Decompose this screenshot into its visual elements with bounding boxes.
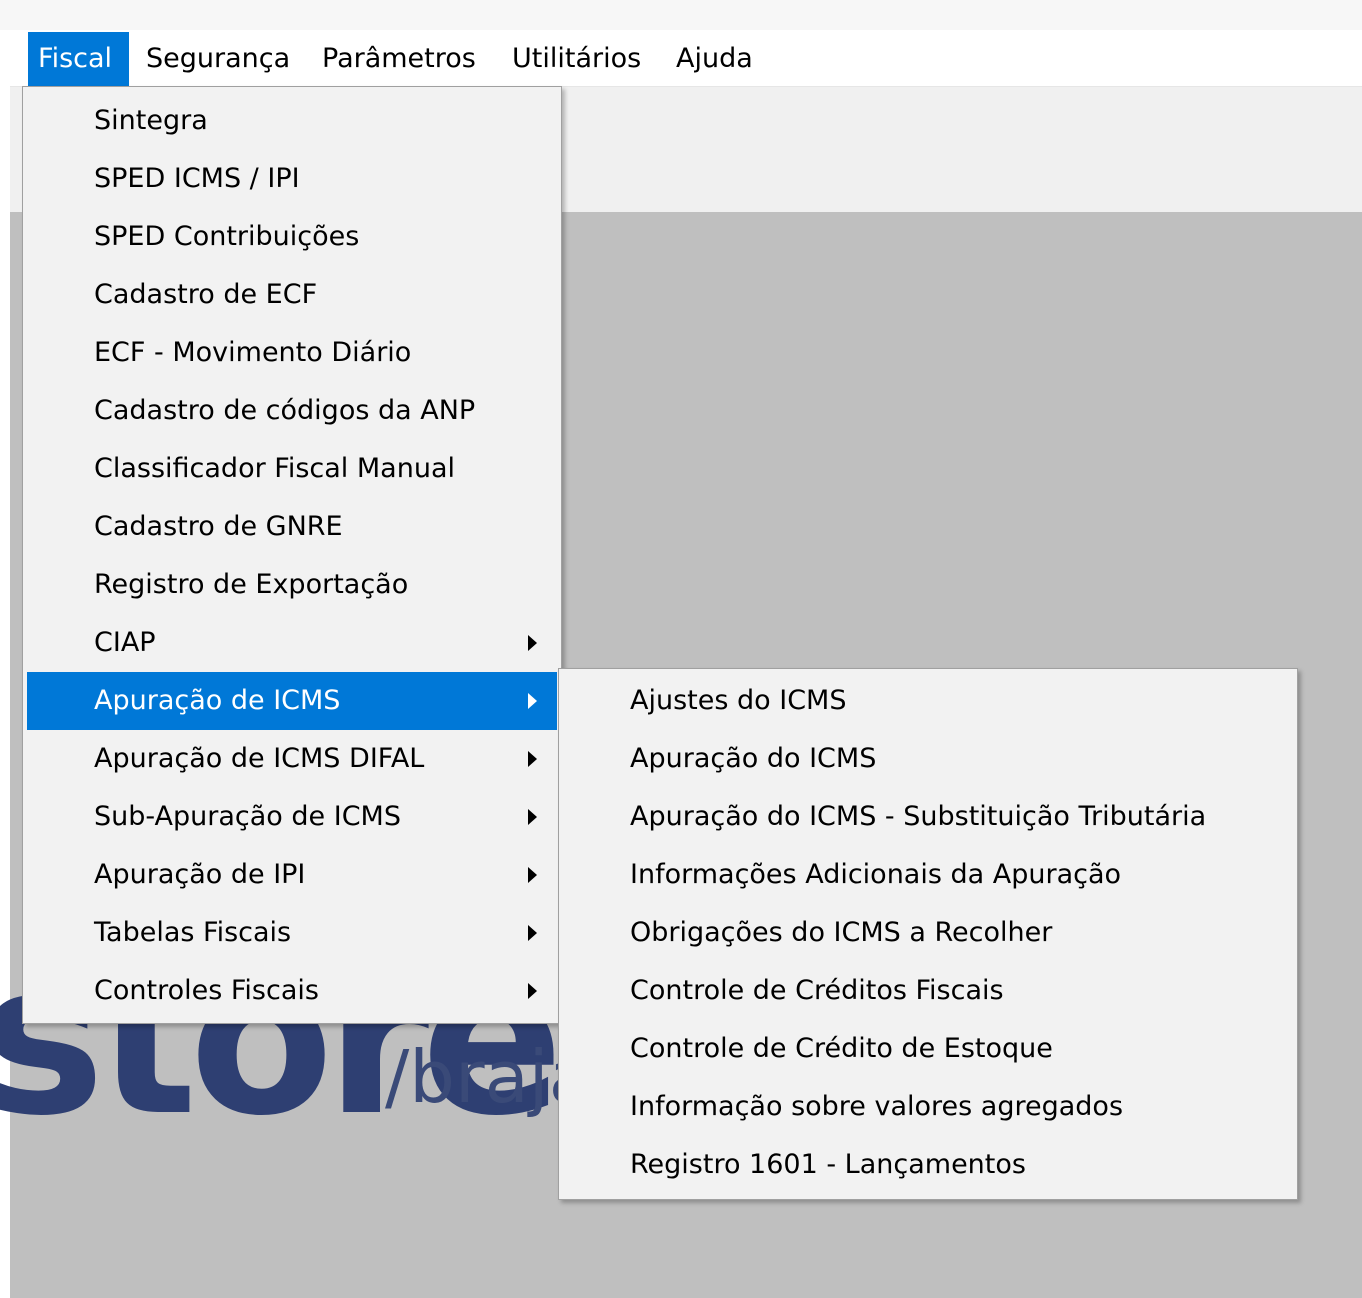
submenu-arrow-icon [528, 751, 537, 767]
menu-item-label: Registro 1601 - Lançamentos [630, 1149, 1026, 1180]
submenu-item-informacoes-adicionais[interactable]: Informações Adicionais da Apuração [563, 846, 1293, 904]
menu-item-cadastro-codigos-anp[interactable]: Cadastro de códigos da ANP [27, 382, 557, 440]
menu-item-label: Controle de Crédito de Estoque [630, 1033, 1053, 1064]
submenu-arrow-icon [528, 635, 537, 651]
menu-item-cadastro-ecf[interactable]: Cadastro de ECF [27, 266, 557, 324]
submenu-item-registro-1601[interactable]: Registro 1601 - Lançamentos [563, 1136, 1293, 1194]
menu-item-label: Apuração de ICMS [94, 685, 341, 716]
menu-bar: Fiscal Segurança Parâmetros Utilitários … [10, 30, 1362, 87]
menu-item-sped-contribuicoes[interactable]: SPED Contribuições [27, 208, 557, 266]
menu-parametros[interactable]: Parâmetros [322, 32, 476, 86]
menu-item-label: Obrigações do ICMS a Recolher [630, 917, 1053, 948]
menu-item-apuracao-ipi[interactable]: Apuração de IPI [27, 846, 557, 904]
menu-item-classificador-fiscal[interactable]: Classificador Fiscal Manual [27, 440, 557, 498]
fiscal-dropdown-menu: Sintegra SPED ICMS / IPI SPED Contribuiç… [22, 86, 562, 1024]
menu-ajuda[interactable]: Ajuda [676, 32, 753, 86]
submenu-item-ajustes-icms[interactable]: Ajustes do ICMS [563, 672, 1293, 730]
menu-item-label: Informações Adicionais da Apuração [630, 859, 1122, 890]
menu-item-label: Cadastro de códigos da ANP [94, 395, 476, 426]
menu-item-tabelas-fiscais[interactable]: Tabelas Fiscais [27, 904, 557, 962]
submenu-item-controle-credito-estoque[interactable]: Controle de Crédito de Estoque [563, 1020, 1293, 1078]
menu-item-cadastro-gnre[interactable]: Cadastro de GNRE [27, 498, 557, 556]
menu-item-sped-icms-ipi[interactable]: SPED ICMS / IPI [27, 150, 557, 208]
submenu-item-obrigacoes-icms[interactable]: Obrigações do ICMS a Recolher [563, 904, 1293, 962]
menu-item-label: Cadastro de GNRE [94, 511, 343, 542]
menu-item-sub-apuracao-icms[interactable]: Sub-Apuração de ICMS [27, 788, 557, 846]
menu-item-label: Tabelas Fiscais [94, 917, 292, 948]
menu-item-controles-fiscais[interactable]: Controles Fiscais [27, 962, 557, 1020]
menu-item-label: Classificador Fiscal Manual [94, 453, 455, 484]
submenu-arrow-icon [528, 809, 537, 825]
menu-item-apuracao-icms-difal[interactable]: Apuração de ICMS DIFAL [27, 730, 557, 788]
menu-item-label: SPED Contribuições [94, 221, 360, 252]
menu-item-label: Sintegra [94, 105, 208, 136]
menu-item-label: Apuração do ICMS [630, 743, 877, 774]
menu-item-apuracao-icms[interactable]: Apuração de ICMS [27, 672, 557, 730]
submenu-item-controle-creditos-fiscais[interactable]: Controle de Créditos Fiscais [563, 962, 1293, 1020]
menu-item-label: Controles Fiscais [94, 975, 319, 1006]
menu-item-label: Controle de Créditos Fiscais [630, 975, 1004, 1006]
submenu-arrow-icon [528, 867, 537, 883]
menu-item-label: Informação sobre valores agregados [630, 1091, 1124, 1122]
menu-item-label: Cadastro de ECF [94, 279, 318, 310]
menu-item-label: Apuração de IPI [94, 859, 306, 890]
menu-item-label: Sub-Apuração de ICMS [94, 801, 401, 832]
menu-item-ecf-movimento-diario[interactable]: ECF - Movimento Diário [27, 324, 557, 382]
apuracao-icms-submenu: Ajustes do ICMS Apuração do ICMS Apuraçã… [558, 668, 1298, 1200]
menu-item-sintegra[interactable]: Sintegra [27, 92, 557, 150]
window-top-strip [0, 0, 1362, 30]
menu-utilitarios[interactable]: Utilitários [512, 32, 641, 86]
menu-item-label: Ajustes do ICMS [630, 685, 847, 716]
menu-item-label: Registro de Exportação [94, 569, 409, 600]
menu-item-label: ECF - Movimento Diário [94, 337, 412, 368]
menu-item-label: SPED ICMS / IPI [94, 163, 300, 194]
menu-fiscal[interactable]: Fiscal [28, 32, 129, 86]
submenu-item-apuracao-icms-st[interactable]: Apuração do ICMS - Substituição Tributár… [563, 788, 1293, 846]
submenu-item-apuracao-icms[interactable]: Apuração do ICMS [563, 730, 1293, 788]
submenu-arrow-icon [528, 925, 537, 941]
menu-item-registro-exportacao[interactable]: Registro de Exportação [27, 556, 557, 614]
submenu-arrow-icon [528, 693, 537, 709]
menu-item-label: Apuração do ICMS - Substituição Tributár… [630, 801, 1207, 832]
submenu-item-valores-agregados[interactable]: Informação sobre valores agregados [563, 1078, 1293, 1136]
menu-item-label: CIAP [94, 627, 156, 658]
menu-seguranca[interactable]: Segurança [146, 32, 290, 86]
menu-item-ciap[interactable]: CIAP [27, 614, 557, 672]
submenu-arrow-icon [528, 983, 537, 999]
menu-item-label: Apuração de ICMS DIFAL [94, 743, 425, 774]
